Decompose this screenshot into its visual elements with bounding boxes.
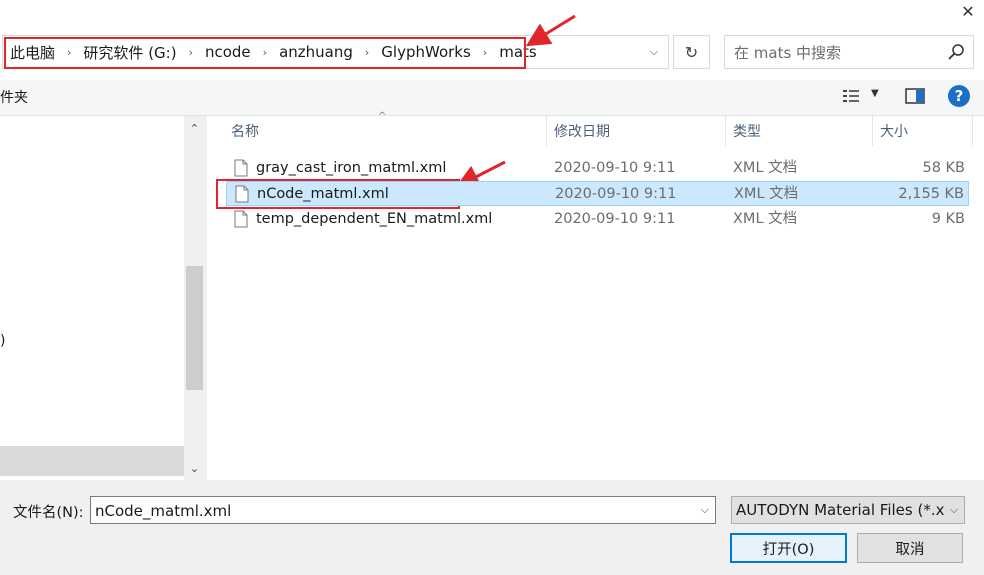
- view-options-icon[interactable]: [842, 88, 860, 104]
- column-divider[interactable]: [725, 116, 726, 146]
- column-header-type[interactable]: 类型: [733, 116, 873, 146]
- refresh-button[interactable]: ↻: [673, 35, 710, 69]
- scroll-up-icon[interactable]: ⌃: [184, 118, 205, 138]
- column-header-size[interactable]: 大小: [880, 116, 970, 146]
- file-type: XML 文档: [734, 186, 799, 202]
- nav-selected-item[interactable]: [0, 446, 184, 476]
- filename-input[interactable]: [93, 498, 687, 524]
- file-type-select[interactable]: AUTODYN Material Files (*.xml) ⌵: [731, 496, 965, 524]
- scroll-down-icon[interactable]: ⌄: [184, 458, 205, 478]
- cancel-button[interactable]: 取消: [857, 533, 963, 563]
- column-header-name[interactable]: 名称: [231, 116, 551, 146]
- file-date: 2020-09-10 9:11: [554, 160, 676, 176]
- help-icon[interactable]: ?: [948, 85, 970, 107]
- new-folder-button[interactable]: 件夹: [0, 87, 28, 107]
- chevron-down-icon[interactable]: ⌵: [701, 503, 709, 517]
- file-row-selected[interactable]: nCode_matml.xml 2020-09-10 9:11 XML 文档 2…: [226, 181, 969, 206]
- open-button[interactable]: 打开(O): [730, 533, 847, 563]
- column-header-date[interactable]: 修改日期: [554, 116, 724, 146]
- refresh-icon: ↻: [684, 42, 699, 62]
- file-date: 2020-09-10 9:11: [554, 211, 676, 227]
- file-date: 2020-09-10 9:11: [555, 186, 677, 202]
- address-history-dropdown[interactable]: ⌵: [643, 36, 665, 68]
- file-name: temp_dependent_EN_matml.xml: [256, 211, 493, 227]
- file-icon: [234, 210, 248, 228]
- search-input[interactable]: [726, 37, 946, 69]
- filename-label: 文件名(N):: [13, 505, 84, 521]
- column-divider[interactable]: [546, 116, 547, 146]
- file-icon: [234, 159, 248, 177]
- file-row[interactable]: temp_dependent_EN_matml.xml 2020-09-10 9…: [226, 207, 969, 232]
- navigation-pane[interactable]: [0, 116, 184, 480]
- close-button[interactable]: ✕: [952, 0, 984, 22]
- file-type: XML 文档: [733, 211, 798, 227]
- column-divider[interactable]: [872, 116, 873, 146]
- file-size: 2,155 KB: [898, 186, 964, 202]
- chevron-down-icon: ⌵: [944, 497, 964, 523]
- preview-pane-icon[interactable]: [905, 88, 925, 104]
- file-icon: [235, 185, 249, 203]
- view-dropdown-icon[interactable]: ▼: [871, 88, 879, 99]
- file-row[interactable]: gray_cast_iron_matml.xml 2020-09-10 9:11…: [226, 156, 969, 181]
- search-box: [724, 35, 974, 69]
- search-icon[interactable]: [947, 43, 965, 61]
- filename-combobox: ⌵: [90, 496, 716, 524]
- file-name: gray_cast_iron_matml.xml: [256, 160, 447, 176]
- file-name: nCode_matml.xml: [257, 186, 389, 202]
- column-divider[interactable]: [972, 116, 973, 146]
- nav-scroll-thumb[interactable]: [186, 266, 203, 390]
- toolbar: [0, 80, 984, 116]
- annotation-box-address: [4, 37, 526, 69]
- pane-divider[interactable]: [205, 116, 207, 480]
- file-size: 9 KB: [931, 211, 965, 227]
- file-type-value: AUTODYN Material Files (*.xml): [736, 501, 965, 519]
- chevron-down-icon: ⌵: [649, 45, 659, 58]
- nav-item-text: ): [0, 333, 6, 349]
- file-size: 58 KB: [922, 160, 965, 176]
- close-icon: ✕: [961, 1, 975, 21]
- file-type: XML 文档: [733, 160, 798, 176]
